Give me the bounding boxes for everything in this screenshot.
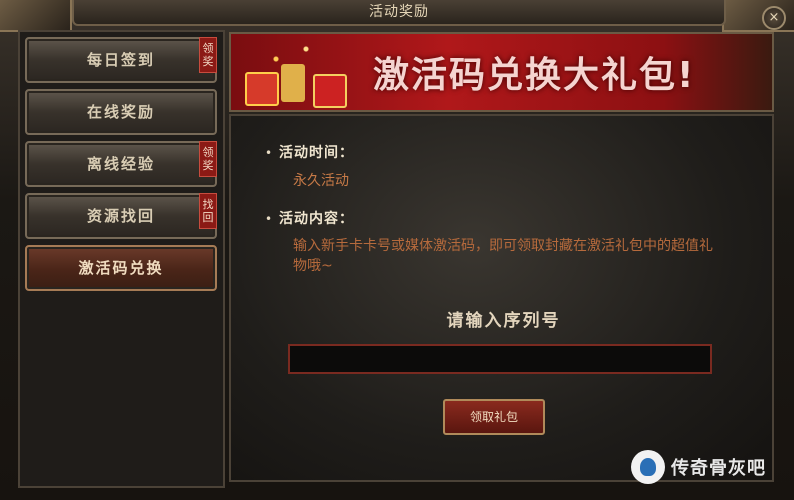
sidebar-item-code-redeem[interactable]: 激活码兑换 xyxy=(25,245,217,291)
reward-tag: 领奖 xyxy=(199,141,217,177)
sidebar: 每日签到 领奖 在线奖励 离线经验 领奖 资源找回 找回 激活码兑换 xyxy=(18,30,225,488)
banner-title: 激活码兑换大礼包! xyxy=(373,55,696,96)
gift-box-icon xyxy=(245,72,279,106)
recover-tag: 找回 xyxy=(199,193,217,229)
event-time-value: 永久活动 xyxy=(293,173,349,189)
event-content-value: 输入新手卡卡号或媒体激活码，即可领取封藏在激活礼包中的超值礼物哦~ xyxy=(293,238,713,274)
event-banner: 激活码兑换大礼包! xyxy=(229,32,774,112)
gift-box-icon xyxy=(313,74,347,108)
serial-prompt: 请输入序列号 xyxy=(446,311,561,331)
watermark-logo-icon xyxy=(631,450,665,484)
reward-tag: 领奖 xyxy=(199,37,217,73)
bullet-icon: • xyxy=(265,146,273,160)
sidebar-item-label: 激活码兑换 xyxy=(78,259,164,277)
event-content-panel: • 活动时间： 永久活动 • 活动内容： 输入新手卡卡号或媒体激活码，即可领取封… xyxy=(229,114,774,482)
sidebar-item-label: 离线经验 xyxy=(86,155,155,173)
sidebar-item-daily-checkin[interactable]: 每日签到 领奖 xyxy=(25,37,217,83)
sidebar-item-online-reward[interactable]: 在线奖励 xyxy=(25,89,217,135)
sidebar-item-label: 每日签到 xyxy=(86,51,155,69)
redeem-gift-button[interactable]: 领取礼包 xyxy=(443,399,545,435)
event-content-label: 活动内容： xyxy=(279,211,354,227)
sidebar-item-label: 资源找回 xyxy=(86,207,155,225)
watermark-text: 传奇骨灰吧 xyxy=(671,458,766,479)
serial-input[interactable] xyxy=(288,344,712,374)
close-button[interactable]: × xyxy=(762,6,786,30)
window-title: 活动奖励 xyxy=(72,0,726,26)
frame-corner-left xyxy=(0,0,72,32)
sidebar-item-offline-exp[interactable]: 离线经验 领奖 xyxy=(25,141,217,187)
bullet-icon: • xyxy=(265,212,273,226)
event-time-label: 活动时间： xyxy=(279,145,354,161)
lantern-icon xyxy=(281,64,305,102)
sidebar-item-label: 在线奖励 xyxy=(86,103,155,121)
sidebar-item-resource-recovery[interactable]: 资源找回 找回 xyxy=(25,193,217,239)
